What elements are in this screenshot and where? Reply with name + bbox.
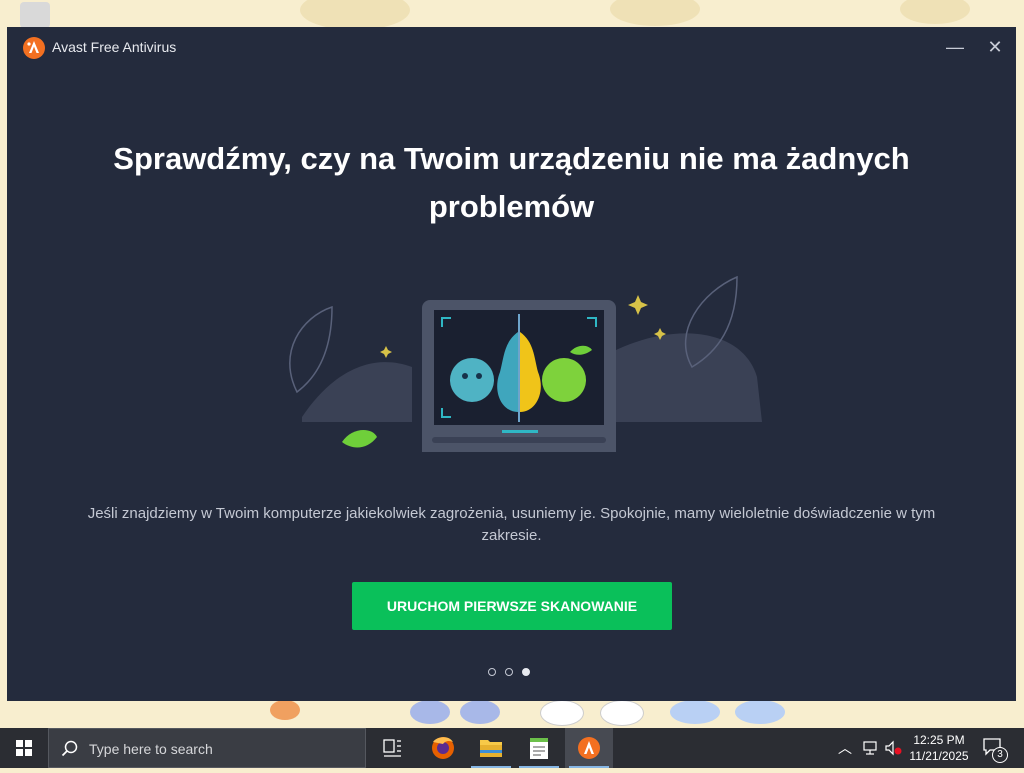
scan-illustration [289,275,762,452]
taskbar-file-explorer[interactable] [467,728,515,768]
show-hidden-icons-chevron-icon[interactable]: ︿ [838,738,852,758]
taskbar-firefox[interactable] [419,728,467,768]
folder-icon [480,740,502,757]
taskbar-avast[interactable] [565,728,613,768]
pager-dot-1[interactable] [488,668,496,676]
volume-muted-icon[interactable] [884,740,902,756]
pager-dot-3[interactable] [522,668,530,676]
avast-icon [578,737,600,759]
system-clock[interactable]: 12:25 PM 11/21/2025 [904,732,974,764]
title-bar[interactable]: Avast Free Antivirus — ✕ [7,27,1016,67]
start-first-scan-button[interactable]: URUCHOM PIERWSZE SKANOWANIE [352,582,672,630]
notification-count-badge: 3 [992,747,1008,763]
network-icon[interactable] [862,740,880,756]
pager-dot-2[interactable] [505,668,513,676]
start-button[interactable] [0,728,48,768]
minimize-icon: — [946,37,964,57]
notepad-icon [530,738,548,759]
task-view-button[interactable] [368,728,416,768]
minimize-button[interactable]: — [942,35,968,59]
avast-logo-icon [23,37,45,59]
carousel-pager [488,663,539,676]
taskbar-notepad-app[interactable] [515,728,563,768]
action-center-button[interactable]: 3 [980,734,1008,763]
windows-taskbar: Type here to search ︿ 12:25 PM 11/21/202… [0,728,1024,768]
clock-date: 11/21/2025 [909,749,969,763]
onboarding-headline: Sprawdźmy, czy na Twoim urządzeniu nie m… [113,141,910,224]
window-title: Avast Free Antivirus [52,39,177,55]
onboarding-description: Jeśli znajdziemy w Twoim komputerze jaki… [87,505,936,544]
taskbar-search-input[interactable]: Type here to search [48,728,366,768]
close-button[interactable]: ✕ [982,35,1008,59]
task-view-icon [383,739,401,757]
search-icon [61,740,78,757]
search-placeholder: Type here to search [89,741,213,757]
avast-window: Avast Free Antivirus — ✕ Sprawdźmy, czy … [7,27,1016,701]
firefox-icon [432,737,454,759]
close-icon: ✕ [987,37,1003,57]
clock-time: 12:25 PM [913,733,965,747]
windows-logo-icon [16,740,32,756]
